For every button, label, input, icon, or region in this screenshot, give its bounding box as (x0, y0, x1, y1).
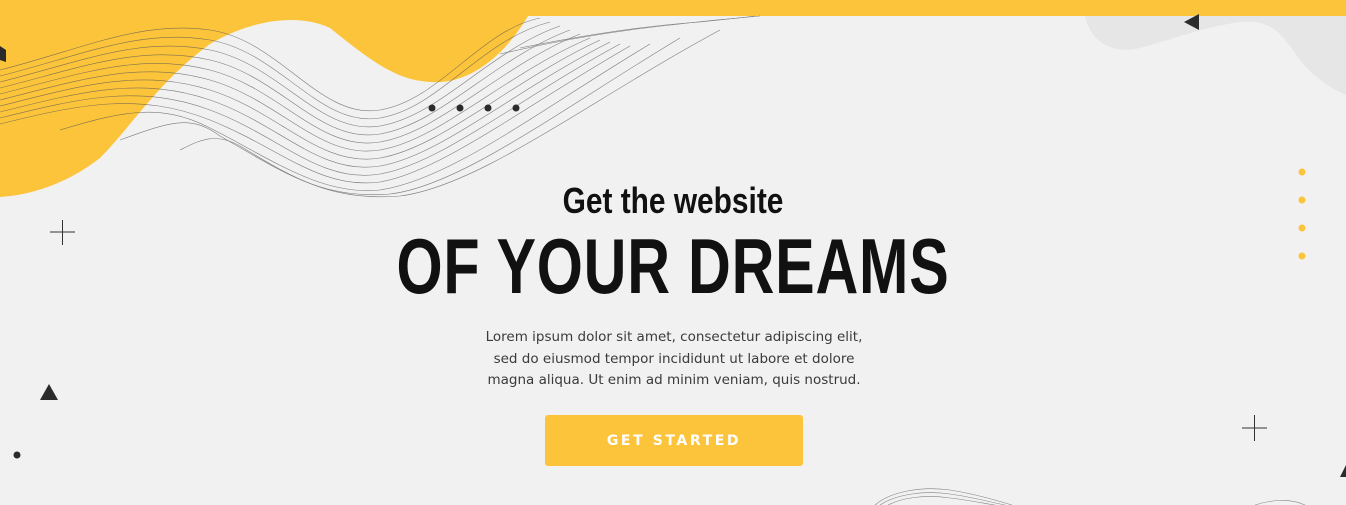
hero-headline: OF YOUR DREAMS (396, 222, 950, 310)
hero-subtitle: Get the website (562, 180, 784, 221)
hero-description: Lorem ipsum dolor sit amet, consectetur … (485, 329, 863, 388)
hero-section: Get the website OF YOUR DREAMS Lorem ips… (0, 0, 1346, 505)
get-started-button[interactable]: GET STARTED (545, 415, 803, 466)
